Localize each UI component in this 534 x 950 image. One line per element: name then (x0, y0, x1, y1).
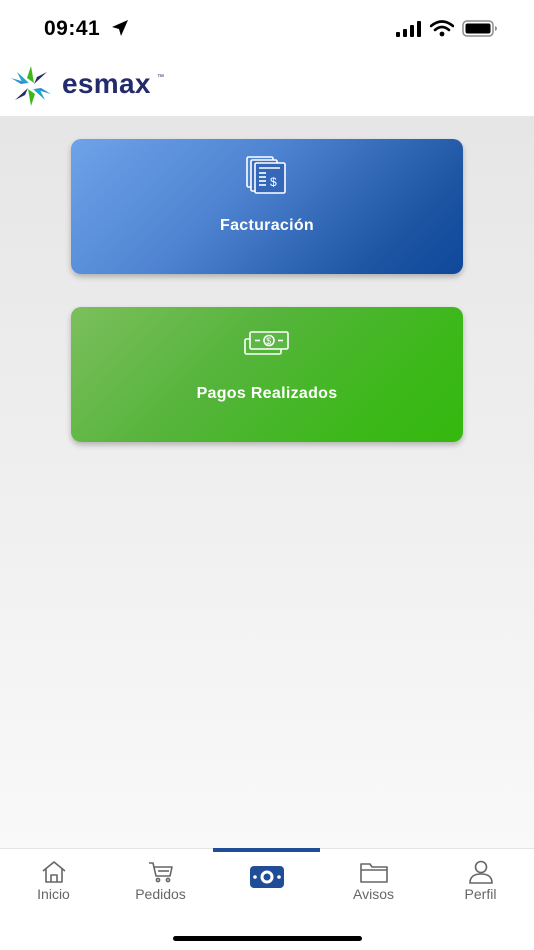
payments-icon (249, 865, 285, 894)
tab-inicio-label: Inicio (37, 886, 70, 902)
app-header: esmax ™ (0, 58, 534, 116)
tab-pedidos[interactable]: Pedidos (107, 849, 214, 911)
status-bar: 09:41 (0, 0, 534, 58)
tab-perfil-label: Perfil (464, 886, 497, 902)
home-indicator[interactable] (173, 936, 362, 941)
tab-payments[interactable] (213, 849, 320, 911)
invoice-icon: $ (244, 155, 290, 200)
status-time: 09:41 (44, 17, 101, 40)
cash-icon: $ (243, 329, 291, 362)
payments-card[interactable]: $ Pagos Realizados (71, 307, 463, 442)
payments-card-label: Pagos Realizados (196, 385, 338, 402)
battery-icon (462, 20, 498, 42)
billing-card[interactable]: $ Facturación (71, 139, 463, 274)
status-icons (396, 20, 498, 42)
main-content: $ Facturación $ Pagos Realizados (0, 116, 534, 848)
wifi-icon (429, 20, 455, 42)
tab-perfil[interactable]: Perfil (427, 849, 534, 911)
tab-avisos[interactable]: Avisos (320, 849, 427, 911)
svg-text:$: $ (270, 175, 277, 189)
esmax-logo-icon (6, 64, 56, 113)
tab-avisos-label: Avisos (353, 886, 394, 902)
logo-trademark: ™ (157, 74, 164, 81)
signal-icon (396, 20, 422, 42)
tab-bar: Inicio Pedidos Avisos Perfil (0, 848, 534, 950)
billing-card-label: Facturación (220, 217, 314, 234)
location-arrow-icon (111, 19, 129, 42)
esmax-logo-text: esmax (62, 68, 151, 99)
tab-inicio[interactable]: Inicio (0, 849, 107, 911)
tab-pedidos-label: Pedidos (135, 886, 186, 902)
svg-text:$: $ (266, 336, 271, 346)
